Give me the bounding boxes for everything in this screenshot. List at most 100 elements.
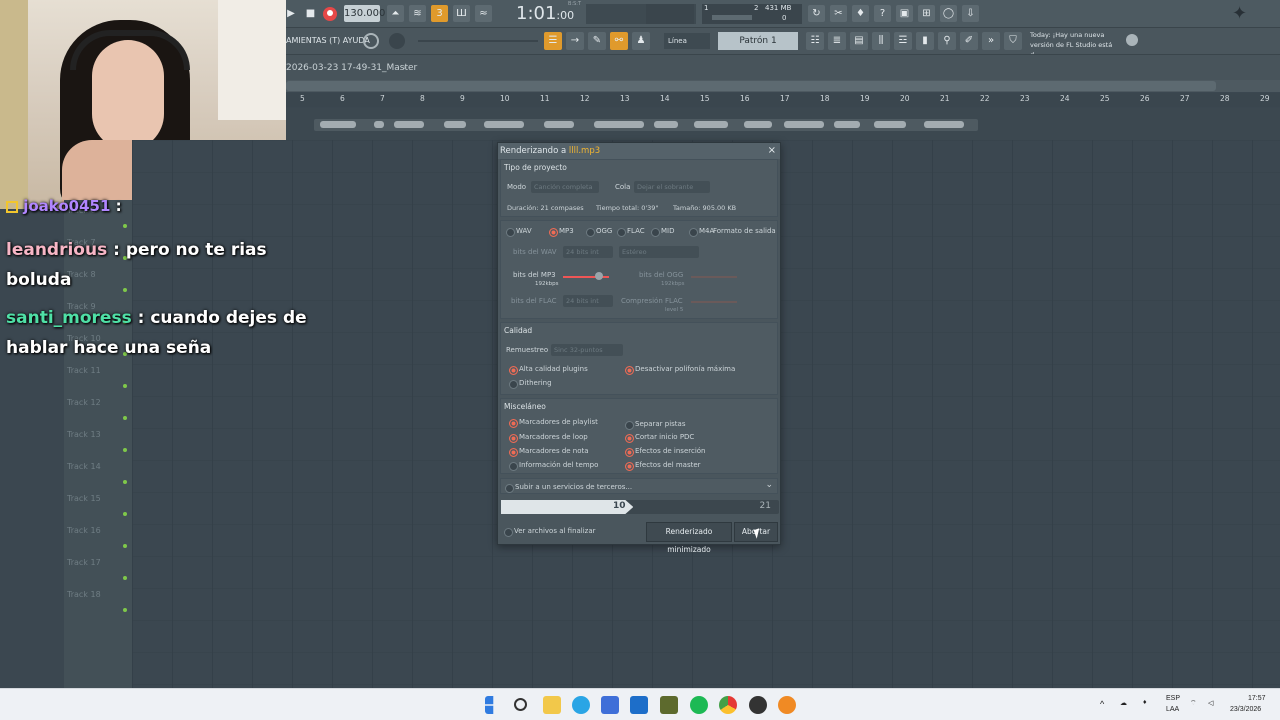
- chat-icon[interactable]: ◯: [940, 5, 957, 22]
- flac-bits-select[interactable]: 24 bits int: [563, 295, 613, 307]
- view-files-checkbox[interactable]: Ver archivos al finalizar: [504, 527, 596, 537]
- record-button[interactable]: [323, 7, 337, 21]
- download-icon[interactable]: ⇩: [962, 5, 979, 22]
- playlist-icon[interactable]: ▤: [850, 32, 868, 50]
- search-icon[interactable]: [514, 698, 527, 711]
- trim-pdc-checkbox[interactable]: Cortar inicio PDC: [625, 433, 694, 443]
- chrome-icon[interactable]: [719, 696, 737, 714]
- file-explorer-icon[interactable]: [543, 696, 561, 714]
- format-radio-m4a[interactable]: M4A: [689, 227, 714, 237]
- blend-icon[interactable]: Ш: [453, 5, 470, 22]
- scrollbar-thumb[interactable]: [286, 81, 1216, 91]
- store-icon[interactable]: [601, 696, 619, 714]
- disable-polyphony-checkbox[interactable]: Desactivar polifonía máxima: [625, 365, 735, 375]
- loop-markers-checkbox[interactable]: Marcadores de loop: [509, 433, 588, 443]
- channel-rack-icon[interactable]: ☷: [806, 32, 824, 50]
- render-minimized-button[interactable]: Renderizado minimizado: [646, 522, 732, 554]
- track-mute-led[interactable]: [123, 544, 127, 548]
- track-label[interactable]: Track 15: [67, 494, 101, 503]
- track-mute-led[interactable]: [123, 576, 127, 580]
- clock-time[interactable]: 17:57: [1248, 695, 1266, 702]
- master-effects-checkbox[interactable]: Efectos del master: [625, 461, 701, 471]
- insert-effects-checkbox[interactable]: Efectos de inserción: [625, 447, 706, 457]
- resample-select[interactable]: Sinc 32-puntos: [551, 344, 623, 356]
- metronome-icon[interactable]: ⏶: [387, 5, 404, 22]
- volume-icon[interactable]: ◁: [1208, 699, 1213, 707]
- flac-compression-slider[interactable]: [691, 301, 737, 303]
- plugin-icon[interactable]: ⚲: [938, 32, 956, 50]
- news-globe-icon[interactable]: [1126, 34, 1138, 46]
- track-mute-led[interactable]: [123, 608, 127, 612]
- format-radio-ogg[interactable]: OGG: [586, 227, 612, 237]
- note-markers-checkbox[interactable]: Marcadores de nota: [509, 447, 589, 457]
- mp3-slider-knob[interactable]: [595, 272, 603, 280]
- obs-icon[interactable]: [749, 696, 767, 714]
- format-radio-wav[interactable]: WAV: [506, 227, 532, 237]
- spotify-icon[interactable]: [690, 696, 708, 714]
- edge-icon[interactable]: [572, 696, 590, 714]
- outlook-icon[interactable]: [630, 696, 648, 714]
- fast-forward-icon[interactable]: »: [982, 32, 1000, 50]
- close-icon[interactable]: ×: [768, 143, 776, 159]
- tail-select[interactable]: Dejar el sobrante: [634, 181, 710, 193]
- format-radio-flac[interactable]: FLAC: [617, 227, 645, 237]
- playlist-view-icon[interactable]: ☰: [544, 32, 562, 50]
- pattern-select[interactable]: Patrón 1: [718, 32, 798, 50]
- brush-tool-icon[interactable]: ✐: [960, 32, 978, 50]
- horizontal-scrollbar[interactable]: [286, 80, 1280, 92]
- stop-button[interactable]: ■: [302, 5, 319, 22]
- fl-studio-icon[interactable]: [778, 696, 796, 714]
- undo-icon[interactable]: ↻: [808, 5, 825, 22]
- upload-services-toggle[interactable]: Subir a un servicios de terceros...: [505, 483, 632, 493]
- chevron-up-icon[interactable]: ^: [1100, 699, 1104, 709]
- track-mute-led[interactable]: [123, 448, 127, 452]
- audio-waveform[interactable]: [314, 119, 978, 131]
- upload-section[interactable]: Subir a un servicios de terceros... ⌄: [500, 478, 778, 494]
- format-radio-mid[interactable]: MID: [651, 227, 675, 237]
- loop-record-icon[interactable]: ≈: [475, 5, 492, 22]
- ogg-bits-slider[interactable]: [691, 276, 737, 278]
- countdown-icon[interactable]: 3: [431, 5, 448, 22]
- browser-icon[interactable]: ☲: [894, 32, 912, 50]
- track-label[interactable]: Track 16: [67, 526, 101, 535]
- store-icon[interactable]: ⛉: [1004, 32, 1022, 50]
- piano-roll-icon[interactable]: ≣: [828, 32, 846, 50]
- tempo-display[interactable]: 130.000: [344, 5, 385, 22]
- playlist-markers-checkbox[interactable]: Marcadores de playlist: [509, 418, 598, 428]
- help-icon[interactable]: ?: [874, 5, 891, 22]
- play-button[interactable]: ▶: [286, 5, 296, 22]
- track-label[interactable]: Track 18: [67, 590, 101, 599]
- minecraft-icon[interactable]: [660, 696, 678, 714]
- file-icon[interactable]: ▮: [916, 32, 934, 50]
- channels-select[interactable]: Estéreo: [619, 246, 699, 258]
- mic-icon[interactable]: ♦: [852, 5, 869, 22]
- master-volume-knob[interactable]: [363, 33, 379, 49]
- clock-date[interactable]: 23/3/2026: [1230, 706, 1261, 713]
- master-slider[interactable]: [418, 40, 538, 42]
- dithering-checkbox[interactable]: Dithering: [509, 379, 552, 389]
- track-label[interactable]: Track 12: [67, 398, 101, 407]
- cut-icon[interactable]: ✂: [830, 5, 847, 22]
- snap-select[interactable]: Línea: [664, 33, 710, 49]
- stamp-icon[interactable]: ♟: [632, 32, 650, 50]
- arrow-icon[interactable]: →: [566, 32, 584, 50]
- track-label[interactable]: Track 13: [67, 430, 101, 439]
- master-pitch-knob[interactable]: [389, 33, 405, 49]
- wait-icon[interactable]: ≋: [409, 5, 426, 22]
- mic-tray-icon[interactable]: ♦: [1143, 699, 1147, 706]
- tempo-info-checkbox[interactable]: Información del tempo: [509, 461, 598, 471]
- track-label[interactable]: Track 14: [67, 462, 101, 471]
- save-icon[interactable]: ▣: [896, 5, 913, 22]
- start-icon[interactable]: [485, 696, 494, 714]
- mixer-faders-icon[interactable]: ⫼: [872, 32, 890, 50]
- format-radio-mp3[interactable]: MP3: [549, 227, 574, 237]
- language-indicator[interactable]: ESP: [1166, 695, 1180, 702]
- network-cloud-icon[interactable]: ☁: [1120, 699, 1127, 707]
- track-label[interactable]: Track 17: [67, 558, 101, 567]
- track-mute-led[interactable]: [123, 480, 127, 484]
- brush-icon[interactable]: ✎: [588, 32, 606, 50]
- hq-plugins-checkbox[interactable]: Alta calidad plugins: [509, 365, 588, 375]
- track-mute-led[interactable]: [123, 512, 127, 516]
- time-ruler[interactable]: 5 6 7 8 9 10 11 12 13 14 15 16 17 18 19 20 21 22 23 24 25 26 2…: [286, 93, 1280, 107]
- wav-bits-select[interactable]: 24 bits int: [563, 246, 613, 258]
